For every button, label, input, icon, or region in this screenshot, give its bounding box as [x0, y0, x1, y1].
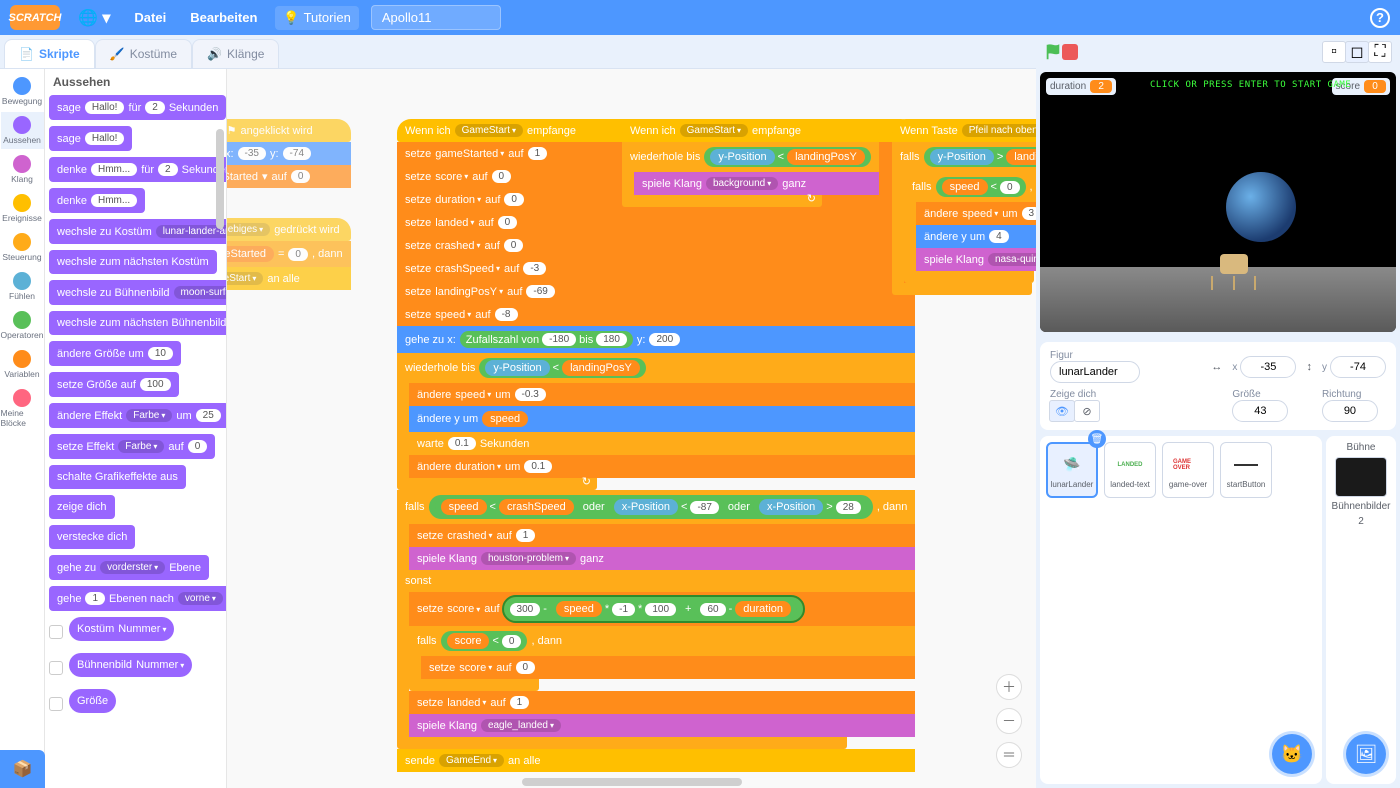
block-clear-effects[interactable]: schalte Grafikeffekte aus [49, 465, 186, 489]
figure-label: Figur [1050, 350, 1201, 361]
palette-scrollbar[interactable] [216, 129, 224, 229]
block-switch-costume[interactable]: wechsle zu Kostümlunar-lander-anim [49, 219, 227, 244]
scratch-logo[interactable]: SCRATCH [10, 5, 60, 30]
tab-row: 📄 Skripte 🖌️ Kostüme 🔊 Klänge [0, 35, 1036, 68]
block-hide[interactable]: verstecke dich [49, 525, 135, 549]
block-set-size[interactable]: setze Größe auf100 [49, 372, 179, 397]
backdrop-count: 2 [1358, 516, 1364, 527]
help-button[interactable]: ? [1370, 8, 1390, 28]
sprite-item-lunarLander[interactable]: 🛸lunarLander [1046, 442, 1098, 498]
zoom-reset-button[interactable]: ＝ [996, 742, 1022, 768]
script-stack-soundloop[interactable]: Wenn ich GameStart empfange wiederhole b… [622, 119, 879, 207]
project-title-input[interactable]: Apollo11 [371, 5, 501, 30]
tab-costumes-label: Kostüme [130, 47, 177, 61]
sprite-size-input[interactable] [1232, 400, 1288, 422]
tab-scripts[interactable]: 📄 Skripte [4, 39, 95, 68]
stop-button[interactable] [1062, 44, 1078, 60]
category-column: BewegungAussehenKlangEreignisseSteuerung… [0, 69, 45, 788]
arrow-v-icon: ↕ [1306, 361, 1312, 373]
stage-start-message: CLICK OR PRESS ENTER TO START GAME [1150, 80, 1351, 90]
delete-sprite-button[interactable]: 🗑 [1088, 430, 1106, 448]
block-say[interactable]: sageHallo! [49, 126, 132, 151]
arrow-h-icon: ↔ [1211, 361, 1222, 373]
sprite-info-panel: Figur ↔ x ↕ y Zeige dich 👁 ⊘ Größe Richt… [1040, 342, 1396, 430]
stage-thumbnail[interactable] [1335, 457, 1387, 497]
sprite-y-input[interactable] [1330, 356, 1386, 378]
block-think-for-seconds[interactable]: denkeHmm...für2Sekunden [49, 157, 227, 182]
block-show[interactable]: zeige dich [49, 495, 115, 519]
tab-costumes[interactable]: 🖌️ Kostüme [95, 39, 192, 68]
stage-small-button[interactable]: ▫ [1322, 41, 1346, 63]
script-stack-init[interactable]: Wenn ⚑ angeklickt wird he zu x: -35 y: -… [227, 119, 351, 290]
sound-icon: 🔊 [207, 47, 221, 61]
category-fühlen[interactable]: Fühlen [1, 268, 44, 305]
block-think[interactable]: denkeHmm... [49, 188, 145, 213]
sprite-name-input[interactable] [1050, 361, 1140, 383]
sprite-list: 🗑 🛸lunarLanderLANDEDlanded-textGAME OVER… [1040, 436, 1322, 784]
category-aussehen[interactable]: Aussehen [1, 112, 44, 149]
code-icon: 📄 [19, 47, 33, 61]
zoom-out-button[interactable]: － [996, 708, 1022, 734]
block-next-backdrop[interactable]: wechsle zum nächsten Bühnenbild [49, 311, 227, 335]
category-bewegung[interactable]: Bewegung [1, 73, 44, 110]
zoom-controls: ＋ － ＝ [996, 674, 1022, 768]
category-klang[interactable]: Klang [1, 151, 44, 188]
block-goto-layer[interactable]: gehe zuvordersterEbene [49, 555, 209, 580]
sprite-x-input[interactable] [1240, 356, 1296, 378]
monitor-duration[interactable]: duration2 [1046, 78, 1116, 95]
category-variablen[interactable]: Variablen [1, 346, 44, 383]
stage-large-button[interactable]: ◻ [1345, 41, 1369, 63]
block-change-size[interactable]: ändere Größe um10 [49, 341, 181, 366]
tab-scripts-label: Skripte [39, 47, 80, 61]
sprite-item-landed-text[interactable]: LANDEDlanded-text [1104, 442, 1156, 498]
stage-selector[interactable]: Bühne Bühnenbilder 2 [1326, 436, 1396, 784]
block-next-costume[interactable]: wechsle zum nächsten Kostüm [49, 250, 217, 274]
category-operatoren[interactable]: Operatoren [1, 307, 44, 344]
tab-sounds-label: Klänge [227, 47, 264, 61]
block-palette: Aussehen sageHallo!für2Sekunden sageHall… [45, 69, 227, 788]
script-stack-gamestart[interactable]: Wenn ich GameStart empfange setze gameSt… [397, 119, 915, 772]
block-switch-backdrop[interactable]: wechsle zu Bühnenbildmoon-surface [49, 280, 227, 305]
brush-icon: 🖌️ [110, 47, 124, 61]
reporter-backdrop-number[interactable]: BühnenbildNummer [69, 653, 192, 677]
earth-graphic [1226, 172, 1296, 242]
category-ereignisse[interactable]: Ereignisse [1, 190, 44, 227]
checkbox-backdrop-number[interactable] [49, 661, 63, 675]
checkbox-size[interactable] [49, 697, 63, 711]
block-change-effect[interactable]: ändere EffektFarbeum25 [49, 403, 227, 428]
palette-category-header: Aussehen [49, 75, 222, 89]
tutorials-button[interactable]: 💡 Tutorien [275, 6, 358, 30]
category-meine blöcke[interactable]: Meine Blöcke [1, 385, 44, 432]
add-backdrop-button[interactable]: 🖼 [1346, 734, 1386, 774]
category-steuerung[interactable]: Steuerung [1, 229, 44, 266]
lunar-lander-sprite[interactable] [1211, 254, 1256, 292]
show-button[interactable]: 👁 [1049, 400, 1075, 422]
sprite-direction-input[interactable] [1322, 400, 1378, 422]
green-flag-button[interactable] [1044, 43, 1062, 61]
checkbox-costume-number[interactable] [49, 625, 63, 639]
reporter-size[interactable]: Größe [69, 689, 116, 713]
language-menu[interactable]: 🌐 ▾ [72, 4, 116, 32]
block-set-effect[interactable]: setze EffektFarbeauf0 [49, 434, 215, 459]
tab-sounds[interactable]: 🔊 Klänge [192, 39, 279, 68]
show-label: Zeige dich [1050, 389, 1201, 400]
hide-button[interactable]: ⊘ [1074, 400, 1100, 422]
canvas-scrollbar-horizontal[interactable] [522, 778, 742, 786]
script-canvas[interactable]: Wenn ⚑ angeklickt wird he zu x: -35 y: -… [227, 69, 1036, 788]
script-stack-keyup[interactable]: Wenn Taste Pfeil nach oben ge falls y-Po… [892, 119, 1036, 295]
stage[interactable]: duration2 score0 speed-14.3 crashSpeed-3… [1040, 72, 1396, 332]
reporter-costume-number[interactable]: KostümNummer [69, 617, 174, 641]
tutorials-label: Tutorien [304, 10, 351, 25]
backpack-toggle[interactable]: 📦 [0, 750, 45, 788]
file-menu[interactable]: Datei [128, 6, 172, 29]
edit-menu[interactable]: Bearbeiten [184, 6, 263, 29]
block-go-layers[interactable]: gehe1Ebenen nachvorne [49, 586, 227, 611]
stage-fullscreen-button[interactable]: ⛶ [1368, 41, 1392, 63]
sprite-item-game-over[interactable]: GAME OVERgame-over [1162, 442, 1214, 498]
add-sprite-button[interactable]: 🐱 [1272, 734, 1312, 774]
sprite-item-startButton[interactable]: startButton [1220, 442, 1272, 498]
block-say-for-seconds[interactable]: sageHallo!für2Sekunden [49, 95, 226, 120]
topbar: SCRATCH 🌐 ▾ Datei Bearbeiten 💡 Tutorien … [0, 0, 1400, 35]
zoom-in-button[interactable]: ＋ [996, 674, 1022, 700]
